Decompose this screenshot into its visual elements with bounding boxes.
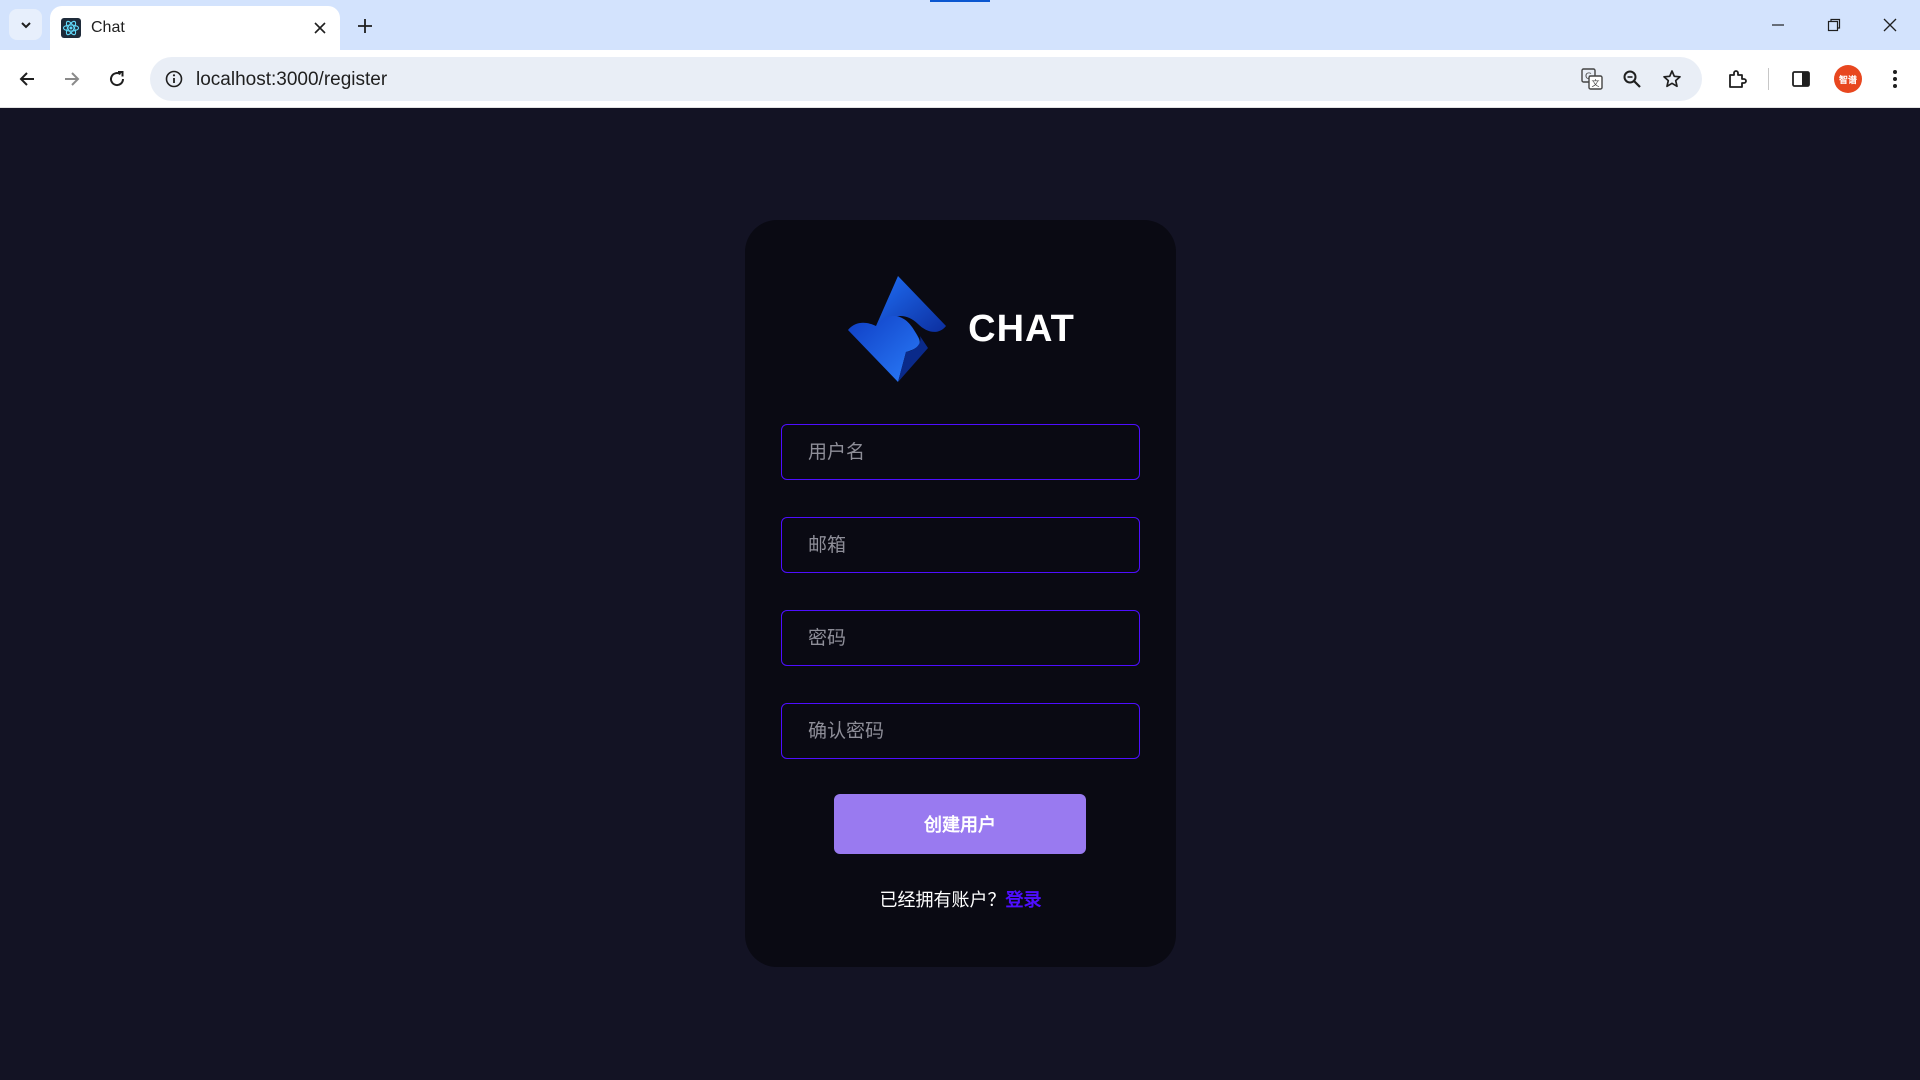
register-card: CHAT 创建用户 已经拥有账户？登录 bbox=[745, 220, 1176, 967]
more-vert-icon[interactable] bbox=[1880, 64, 1910, 94]
tab-list-icon bbox=[20, 21, 31, 28]
tab-list-button[interactable] bbox=[9, 9, 42, 40]
brand-logo-icon bbox=[848, 276, 947, 382]
address-bar[interactable]: localhost:3000/register G文 bbox=[150, 57, 1702, 101]
window-close-icon[interactable] bbox=[1862, 0, 1918, 50]
plus-icon[interactable] bbox=[352, 13, 378, 39]
brand-header: CHAT bbox=[745, 274, 1176, 384]
svg-text:文: 文 bbox=[1592, 78, 1600, 88]
tab-strip: Chat bbox=[0, 0, 1920, 50]
url-text[interactable]: localhost:3000/register bbox=[196, 69, 387, 91]
extensions-icon[interactable] bbox=[1722, 64, 1752, 94]
forward-arrow-icon[interactable] bbox=[55, 62, 89, 96]
restore-icon[interactable] bbox=[1806, 0, 1862, 50]
react-favicon-icon bbox=[61, 18, 81, 38]
confirm-password-input[interactable] bbox=[781, 703, 1140, 759]
have-account-text: 已经拥有账户？ bbox=[879, 890, 1006, 911]
password-input[interactable] bbox=[781, 610, 1140, 666]
username-input[interactable] bbox=[781, 424, 1140, 480]
tab-search-indicator bbox=[930, 0, 990, 2]
close-icon[interactable] bbox=[310, 18, 330, 38]
login-prompt: 已经拥有账户？登录 bbox=[745, 886, 1176, 912]
browser-toolbar: localhost:3000/register G文 智谱 bbox=[0, 50, 1920, 108]
zoom-icon[interactable] bbox=[1618, 65, 1646, 93]
login-link[interactable]: 登录 bbox=[1006, 890, 1042, 911]
brand-name: CHAT bbox=[968, 307, 1075, 350]
email-input[interactable] bbox=[781, 517, 1140, 573]
page-background: CHAT 创建用户 已经拥有账户？登录 bbox=[0, 109, 1920, 1080]
toolbar-divider bbox=[1768, 68, 1769, 90]
create-user-button[interactable]: 创建用户 bbox=[834, 794, 1086, 854]
translate-icon[interactable]: G文 bbox=[1578, 65, 1606, 93]
reload-icon[interactable] bbox=[100, 62, 134, 96]
minimize-icon[interactable] bbox=[1750, 0, 1806, 50]
profile-avatar[interactable]: 智谱 bbox=[1834, 65, 1862, 93]
star-icon[interactable] bbox=[1658, 65, 1686, 93]
tab-title: Chat bbox=[91, 19, 125, 36]
side-panel-icon[interactable] bbox=[1786, 64, 1816, 94]
site-info-icon[interactable] bbox=[158, 63, 190, 95]
active-tab[interactable]: Chat bbox=[50, 6, 340, 50]
back-arrow-icon[interactable] bbox=[10, 62, 44, 96]
